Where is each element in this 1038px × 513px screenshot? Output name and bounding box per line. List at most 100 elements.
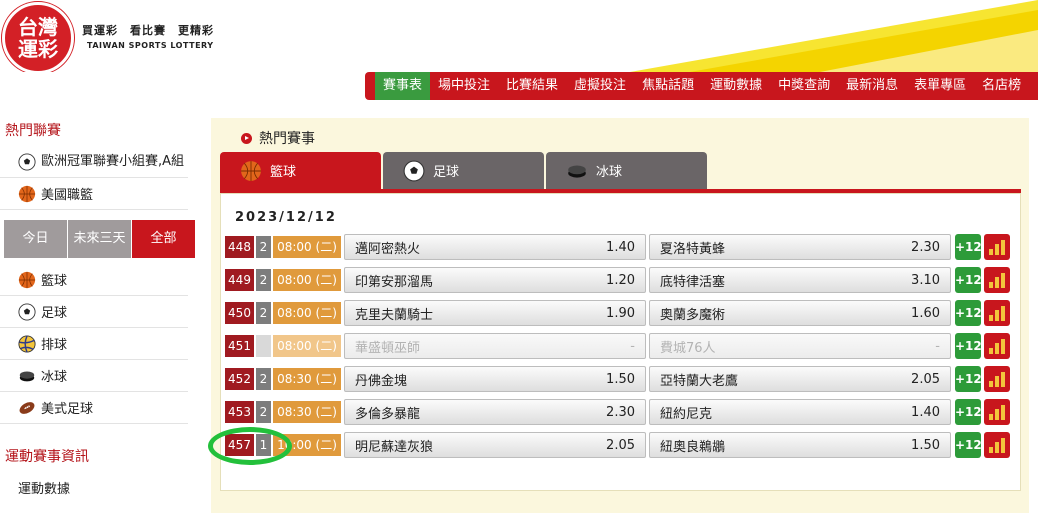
stats-chart-icon[interactable] bbox=[984, 333, 1010, 359]
more-bets-button[interactable]: +12 bbox=[955, 300, 982, 326]
nav-item-schedule[interactable]: 賽事表 bbox=[375, 72, 431, 100]
game-option-count: 2 bbox=[256, 401, 271, 423]
stats-chart-icon[interactable] bbox=[984, 399, 1010, 425]
sidebar-item-american-football[interactable]: 美式足球 bbox=[0, 392, 188, 424]
hockey-puck-icon bbox=[19, 371, 35, 382]
nav-item-news[interactable]: 最新消息 bbox=[838, 72, 906, 100]
away-team-odds-button[interactable]: 亞特蘭大老鷹 2.05 bbox=[649, 366, 951, 392]
nav-item-prize-query[interactable]: 中獎查詢 bbox=[770, 72, 838, 100]
game-time: 08:00 (二) bbox=[273, 302, 341, 324]
sidebar-item-label: 美式足球 bbox=[41, 402, 94, 417]
tab-hockey[interactable]: 冰球 bbox=[546, 152, 707, 189]
home-odds: - bbox=[630, 338, 635, 354]
away-team-name: 奧蘭多魔術 bbox=[660, 307, 726, 323]
away-team-name: 亞特蘭大老鷹 bbox=[660, 373, 739, 389]
soccer-ball-icon bbox=[18, 153, 36, 171]
volleyball-icon bbox=[18, 335, 36, 353]
game-row: 452 2 08:30 (二) 丹佛金塊 1.50 亞特蘭大老鷹 2.05 +12 bbox=[225, 366, 1010, 392]
more-bets-button[interactable]: +12 bbox=[955, 366, 982, 392]
stats-chart-icon[interactable] bbox=[984, 366, 1010, 392]
soccer-ball-icon bbox=[18, 303, 36, 321]
home-team-odds-button[interactable]: 印第安那溜馬 1.20 bbox=[344, 267, 646, 293]
sidebar-item-volleyball[interactable]: 排球 bbox=[0, 328, 188, 360]
game-time: 08:30 (二) bbox=[273, 368, 341, 390]
logo-line-2: 運彩 bbox=[18, 37, 58, 61]
tab-basketball[interactable]: 籃球 bbox=[220, 152, 381, 189]
stats-chart-icon[interactable] bbox=[984, 432, 1010, 458]
home-team-odds-button[interactable]: 丹佛金塊 1.50 bbox=[344, 366, 646, 392]
more-bets-button[interactable]: +12 bbox=[955, 333, 982, 359]
away-team-name: 紐奧良鵜鶘 bbox=[660, 439, 726, 455]
arrow-bullet-icon bbox=[241, 132, 252, 144]
sidebar-item-hockey[interactable]: 冰球 bbox=[0, 360, 188, 392]
hot-games-panel: 熱門賽事 籃球 足球 冰球 2023/12/12 448 2 08:00 (二) 邁阿… bbox=[211, 118, 1029, 513]
sidebar-item-basketball[interactable]: 籃球 bbox=[0, 264, 188, 296]
tab-soccer[interactable]: 足球 bbox=[383, 152, 544, 189]
game-row: 450 2 08:00 (二) 克里夫蘭騎士 1.90 奧蘭多魔術 1.60 +12 bbox=[225, 300, 1010, 326]
away-team-name: 夏洛特黃蜂 bbox=[660, 241, 726, 257]
filter-next-three-days[interactable]: 未來三天 bbox=[68, 220, 131, 258]
sidebar-item-label: 美國職籃 bbox=[41, 188, 94, 203]
tab-label: 籃球 bbox=[270, 165, 297, 180]
sidebar-item-label: 排球 bbox=[41, 338, 68, 353]
basketball-icon bbox=[18, 185, 36, 203]
nav-item-top-stores[interactable]: 名店榜 bbox=[974, 72, 1029, 100]
home-team-name: 明尼蘇達灰狼 bbox=[355, 439, 434, 455]
home-odds: 1.50 bbox=[606, 371, 635, 387]
nav-item-forms[interactable]: 表單專區 bbox=[906, 72, 974, 100]
game-option-count: 2 bbox=[256, 368, 271, 390]
home-team-odds-button[interactable]: 明尼蘇達灰狼 2.05 bbox=[344, 432, 646, 458]
away-team-odds-button[interactable]: 底特律活塞 3.10 bbox=[649, 267, 951, 293]
sidebar-item-sports-data[interactable]: 運動數據 bbox=[0, 478, 200, 497]
home-team-odds-button[interactable]: 克里夫蘭騎士 1.90 bbox=[344, 300, 646, 326]
nav-item-sports-data[interactable]: 運動數據 bbox=[702, 72, 770, 100]
sport-tabs: 籃球 足球 冰球 bbox=[220, 152, 709, 189]
more-bets-button[interactable]: +12 bbox=[955, 234, 982, 260]
more-bets-button[interactable]: +12 bbox=[955, 267, 982, 293]
stats-chart-icon[interactable] bbox=[984, 300, 1010, 326]
nav-item-focus[interactable]: 焦點話題 bbox=[634, 72, 702, 100]
game-number: 449 bbox=[225, 269, 254, 291]
away-team-odds-button[interactable]: 奧蘭多魔術 1.60 bbox=[649, 300, 951, 326]
game-option-count: 2 bbox=[256, 269, 271, 291]
home-team-odds-button[interactable]: 多倫多暴龍 2.30 bbox=[344, 399, 646, 425]
away-odds: - bbox=[935, 338, 940, 354]
basketball-icon bbox=[18, 271, 36, 289]
away-team-odds-button[interactable]: 紐奧良鵜鶘 1.50 bbox=[649, 432, 951, 458]
slogan-english: TAIWAN SPORTS LOTTERY bbox=[87, 41, 214, 50]
game-time: 08:30 (二) bbox=[273, 401, 341, 423]
sidebar-item-label: 冰球 bbox=[41, 370, 68, 385]
filter-all[interactable]: 全部 bbox=[132, 220, 195, 258]
game-row: 448 2 08:00 (二) 邁阿密熱火 1.40 夏洛特黃蜂 2.30 +12 bbox=[225, 234, 1010, 260]
home-team-odds-button[interactable]: 邁阿密熱火 1.40 bbox=[344, 234, 646, 260]
away-team-odds-button[interactable]: 夏洛特黃蜂 2.30 bbox=[649, 234, 951, 260]
hot-games-title-text: 熱門賽事 bbox=[259, 131, 315, 147]
game-date: 2023/12/12 bbox=[235, 210, 337, 225]
sidebar-item-nba[interactable]: 美國職籃 bbox=[0, 178, 188, 210]
hot-games-title: 熱門賽事 bbox=[241, 128, 315, 148]
basketball-icon bbox=[241, 160, 261, 181]
hot-leagues-title: 熱門聯賽 bbox=[5, 123, 61, 139]
sidebar-item-ucl[interactable]: 歐洲冠軍聯賽小組賽,A組 bbox=[0, 146, 188, 178]
nav-item-live-betting[interactable]: 場中投注 bbox=[430, 72, 498, 100]
stats-chart-icon[interactable] bbox=[984, 267, 1010, 293]
home-odds: 1.90 bbox=[606, 305, 635, 321]
filter-today[interactable]: 今日 bbox=[4, 220, 67, 258]
away-team-odds-button[interactable]: 紐約尼克 1.40 bbox=[649, 399, 951, 425]
game-time: 08:00 (二) bbox=[273, 236, 341, 258]
nav-item-results[interactable]: 比賽結果 bbox=[498, 72, 566, 100]
game-list: 2023/12/12 448 2 08:00 (二) 邁阿密熱火 1.40 夏洛特黃蜂 2.… bbox=[220, 193, 1021, 491]
logo[interactable]: 台灣 運彩 bbox=[2, 2, 74, 72]
sidebar-item-label: 足球 bbox=[41, 306, 68, 321]
home-team-name: 克里夫蘭騎士 bbox=[355, 307, 434, 323]
sidebar-item-soccer[interactable]: 足球 bbox=[0, 296, 188, 328]
home-team-name: 邁阿密熱火 bbox=[355, 241, 421, 257]
more-bets-button[interactable]: +12 bbox=[955, 432, 982, 458]
stats-chart-icon[interactable] bbox=[984, 234, 1010, 260]
more-bets-button[interactable]: +12 bbox=[955, 399, 982, 425]
away-odds: 2.30 bbox=[911, 239, 940, 255]
game-number: 457 bbox=[225, 434, 254, 456]
nav-item-virtual-betting[interactable]: 虛擬投注 bbox=[566, 72, 634, 100]
tab-label: 冰球 bbox=[596, 165, 623, 180]
game-number: 453 bbox=[225, 401, 254, 423]
